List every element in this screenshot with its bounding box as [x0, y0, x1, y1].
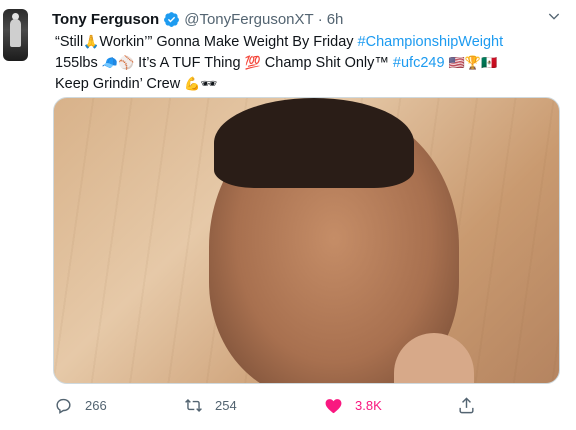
retweet-icon [185, 398, 202, 412]
text-segment: Workin’” Gonna Make Weight By Friday [99, 34, 358, 50]
like-count: 3.8K [355, 397, 382, 413]
reply-icon [56, 398, 71, 414]
retweet-button[interactable]: 254 [184, 394, 237, 416]
sunglasses-emoji: 🕶 [200, 77, 217, 92]
cap-emoji: 🧢 [101, 56, 118, 71]
baseball-emoji: ⚾ [117, 56, 135, 71]
hashtag-ufc249[interactable]: #ufc249 [393, 55, 445, 71]
tweet-card[interactable]: Tony Ferguson @TonyFergusonXT · 6h “Stil… [0, 0, 576, 430]
separator-dot: · [317, 10, 323, 28]
tweet-photo[interactable] [53, 97, 560, 384]
reply-button[interactable]: 266 [54, 394, 107, 416]
tweet-actions: 266 254 3.8K [54, 394, 484, 416]
hashtag-championshipweight[interactable]: #ChampionshipWeight [358, 34, 504, 50]
praying-hands-emoji: 🙏 [83, 35, 100, 50]
like-button[interactable]: 3.8K [324, 394, 382, 416]
tweet-line-2: 155lbs 🧢⚾ It’s A TUF Thing 💯 Champ Shit … [55, 53, 555, 74]
retweet-count: 254 [215, 397, 237, 413]
tweet-line-3: Keep Grindin’ Crew 💪🕶 [55, 74, 555, 95]
tweet-line-1: “Still🙏Workin’” Gonna Make Weight By Fri… [55, 32, 555, 53]
reply-count: 266 [85, 397, 107, 413]
author-handle[interactable]: @TonyFergusonXT [184, 11, 313, 28]
caret-down-icon[interactable] [546, 8, 562, 24]
us-flag-emoji: 🇺🇸 [448, 56, 465, 71]
mexico-flag-emoji: 🇲🇽 [480, 56, 498, 71]
verified-badge-icon [164, 11, 180, 27]
tweet-header: Tony Ferguson @TonyFergusonXT · 6h [52, 8, 343, 30]
text-segment: It’s A TUF Thing [134, 55, 245, 71]
trademark-symbol: ™ [374, 55, 389, 71]
hundred-points-emoji: 💯 [244, 56, 261, 71]
trophy-emoji: 🏆 [464, 56, 481, 71]
heart-icon [325, 398, 342, 413]
text-segment: Keep Grindin’ Crew [55, 76, 185, 92]
text-segment: Champ Shit Only [260, 55, 375, 71]
avatar-figure-body [10, 19, 21, 47]
share-button[interactable] [457, 394, 488, 416]
avatar[interactable] [3, 9, 28, 61]
photo-hair-shape [214, 98, 414, 188]
share-icon [459, 396, 474, 413]
text-segment: 155lbs [55, 55, 102, 71]
timestamp[interactable]: 6h [327, 11, 344, 28]
flexed-biceps-emoji: 💪 [184, 77, 201, 92]
author-name[interactable]: Tony Ferguson [52, 11, 159, 28]
tweet-text: “Still🙏Workin’” Gonna Make Weight By Fri… [55, 32, 555, 95]
text-segment: “Still [55, 34, 84, 50]
